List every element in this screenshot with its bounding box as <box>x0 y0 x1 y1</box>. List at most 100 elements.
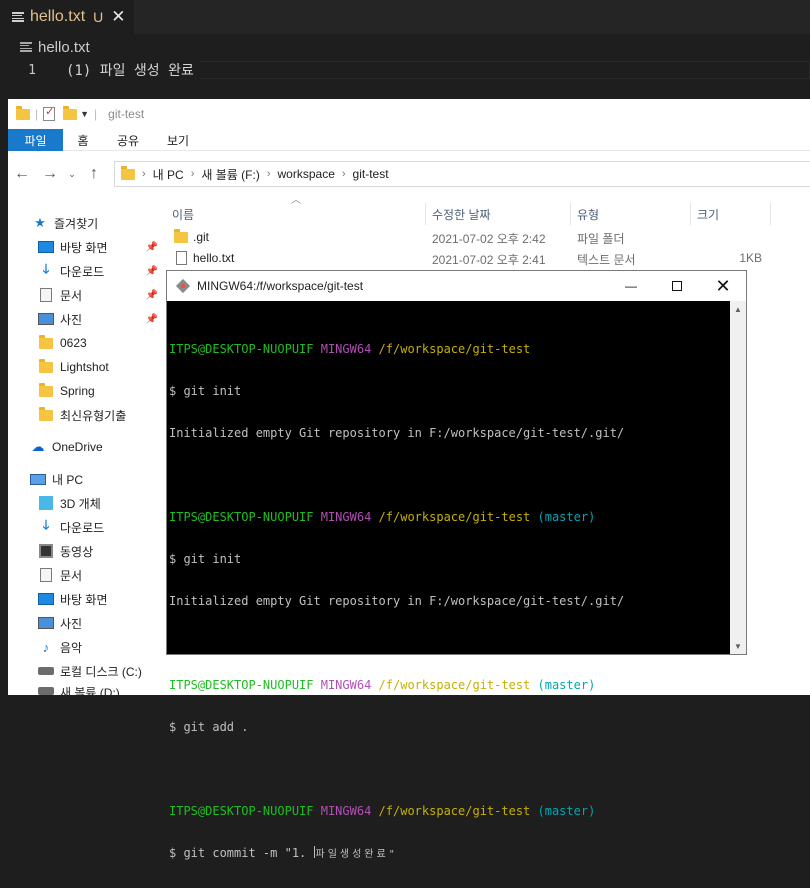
close-button[interactable]: ✕ <box>700 271 746 301</box>
column-header-date[interactable]: 수정한 날짜 <box>432 206 491 223</box>
sidebar-item-label: 최신유형기출 <box>60 408 127 423</box>
prompt-line: ITPS@DESKTOP-NUOPUIF MINGW64 /f/workspac… <box>169 342 531 356</box>
scroll-up-icon[interactable]: ▲ <box>730 301 746 317</box>
tab-home[interactable]: 홈 <box>63 129 103 151</box>
download-icon: 🡓 <box>42 517 50 532</box>
sidebar-item-label: 바탕 화면 <box>60 592 108 607</box>
sidebar-item-volume-d[interactable]: 새 볼륨 (D:) <box>38 684 158 695</box>
sidebar-item-label: 다운로드 <box>60 264 105 279</box>
address-segment-git-test[interactable]: git-test <box>353 167 389 181</box>
column-header-size[interactable]: 크기 <box>697 206 719 223</box>
sidebar-item-latest-exams[interactable]: 최신유형기출 <box>38 404 158 426</box>
sidebar-item-pc-pictures[interactable]: 사진 <box>38 612 158 634</box>
sidebar-item-this-pc[interactable]: 내 PC <box>30 468 150 490</box>
git-icon <box>176 279 190 293</box>
tab-share[interactable]: 공유 <box>103 129 153 151</box>
folder-icon <box>39 382 53 397</box>
pin-icon[interactable]: 📌 <box>146 314 158 325</box>
breadcrumb[interactable]: hello.txt <box>0 34 810 60</box>
column-header-name[interactable]: 이름 <box>172 206 194 223</box>
folder-icon <box>121 165 135 180</box>
pin-icon[interactable]: 📌 <box>146 242 158 253</box>
file-type: 텍스트 문서 <box>577 253 636 267</box>
sidebar-item-0623[interactable]: 0623 <box>38 332 158 354</box>
sidebar-item-documents[interactable]: 문서 📌 <box>38 284 158 306</box>
scroll-down-icon[interactable]: ▼ <box>730 638 746 654</box>
output-line: Initialized empty Git repository in F:/w… <box>169 426 625 440</box>
chevron-right-icon[interactable]: › <box>267 168 271 180</box>
sidebar-item-videos[interactable]: 동영상 <box>38 540 158 562</box>
recent-dropdown-icon[interactable]: ⌄ <box>64 169 80 180</box>
file-name: .git <box>193 230 210 244</box>
properties-icon[interactable] <box>43 105 56 121</box>
text-file-icon <box>20 41 32 53</box>
star-icon: ★ <box>34 215 46 230</box>
navigation-bar: ← → ⌄ ↑ › 내 PC › 새 볼륨 (F:) › workspace ›… <box>8 159 810 189</box>
folder-icon[interactable] <box>16 105 30 120</box>
sidebar-item-3d-objects[interactable]: 3D 개체 <box>38 492 158 514</box>
disk-icon <box>38 687 54 695</box>
pin-icon[interactable]: 📌 <box>146 266 158 277</box>
terminal-title-bar[interactable]: MINGW64:/f/workspace/git-test — ✕ <box>167 271 746 301</box>
line-text[interactable]: (1) 파일 생성 완료 <box>66 60 194 80</box>
close-icon[interactable]: ✕ <box>111 7 125 27</box>
address-segment-workspace[interactable]: workspace <box>278 167 335 181</box>
music-icon: ♪ <box>42 639 50 655</box>
chevron-right-icon[interactable]: › <box>191 168 195 180</box>
editor-tab-hello-txt[interactable]: hello.txt U ✕ <box>0 0 134 34</box>
breadcrumb-file[interactable]: hello.txt <box>38 39 90 56</box>
desktop-icon <box>38 241 54 253</box>
sidebar-item-local-disk-c[interactable]: 로컬 디스크 (C:) <box>38 660 158 682</box>
tab-view[interactable]: 보기 <box>153 129 203 151</box>
up-arrow-icon[interactable]: ↑ <box>80 165 108 183</box>
command-input-line[interactable]: $ git commit -m "1. 파일생성완료" <box>169 846 730 860</box>
back-arrow-icon[interactable]: ← <box>8 165 36 183</box>
sidebar-item-quick-access[interactable]: ★ 즐겨찾기 <box>32 212 152 234</box>
sidebar-item-label: Spring <box>60 384 95 398</box>
sidebar-item-spring[interactable]: Spring <box>38 380 158 402</box>
sidebar-item-label: 0623 <box>60 336 87 350</box>
sidebar-item-label: 로컬 디스크 (C:) <box>60 664 142 679</box>
sidebar-item-pc-desktop[interactable]: 바탕 화면 <box>38 588 158 610</box>
sidebar-item-downloads[interactable]: 🡓 다운로드 📌 <box>38 260 158 282</box>
file-row-git[interactable]: .git 2021-07-02 오후 2:42 파일 폴더 <box>170 227 800 247</box>
file-date: 2021-07-02 오후 2:42 <box>432 232 546 246</box>
sidebar-item-lightshot[interactable]: Lightshot <box>38 356 158 378</box>
sidebar-item-onedrive[interactable]: ☁ OneDrive <box>30 436 150 458</box>
editor-line[interactable]: 1 (1) 파일 생성 완료 <box>0 60 810 80</box>
minimize-button[interactable]: — <box>608 271 654 301</box>
folder-icon <box>39 358 53 373</box>
line-number: 1 <box>28 62 36 78</box>
sidebar-item-pc-documents[interactable]: 문서 <box>38 564 158 586</box>
sidebar-item-desktop[interactable]: 바탕 화면 📌 <box>38 236 158 258</box>
address-segment-pc[interactable]: 내 PC <box>153 166 184 183</box>
address-segment-volume[interactable]: 새 볼륨 (F:) <box>201 166 259 183</box>
sidebar-item-label: 동영상 <box>60 544 94 559</box>
file-size: 1KB <box>739 251 762 265</box>
new-folder-icon[interactable] <box>63 105 78 120</box>
sidebar-item-pc-downloads[interactable]: 🡓 다운로드 <box>38 516 158 538</box>
maximize-button[interactable] <box>654 271 700 301</box>
forward-arrow-icon[interactable]: → <box>36 165 64 183</box>
address-bar[interactable]: › 내 PC › 새 볼륨 (F:) › workspace › git-tes… <box>114 161 810 187</box>
sort-ascending-icon: ︿ <box>291 195 301 206</box>
pin-icon[interactable]: 📌 <box>146 290 158 301</box>
text-cursor <box>313 846 315 858</box>
terminal-output[interactable]: ITPS@DESKTOP-NUOPUIF MINGW64 /f/workspac… <box>167 301 730 860</box>
sidebar-item-pictures[interactable]: 사진 📌 <box>38 308 158 330</box>
sidebar-item-music[interactable]: ♪ 음악 <box>38 636 158 658</box>
file-row-hello-txt[interactable]: hello.txt 2021-07-02 오후 2:41 텍스트 문서 1KB <box>170 248 800 268</box>
document-icon <box>40 288 52 302</box>
navigation-pane: ★ 즐겨찾기 바탕 화면 📌 🡓 다운로드 📌 문서 📌 사진 📌 0623 L… <box>8 209 158 695</box>
chevron-down-icon[interactable]: ▼ <box>80 109 89 119</box>
column-header-type[interactable]: 유형 <box>577 206 599 223</box>
video-icon <box>39 544 53 558</box>
output-line: Initialized empty Git repository in F:/w… <box>169 594 625 608</box>
tab-file[interactable]: 파일 <box>8 129 63 151</box>
sidebar-item-label: OneDrive <box>52 440 103 454</box>
sidebar-item-label: 음악 <box>60 640 83 655</box>
window-title: git-test <box>108 107 145 121</box>
chevron-right-icon[interactable]: › <box>142 168 146 180</box>
vertical-scrollbar[interactable]: ▲ ▼ <box>730 301 746 654</box>
chevron-right-icon[interactable]: › <box>342 168 346 180</box>
